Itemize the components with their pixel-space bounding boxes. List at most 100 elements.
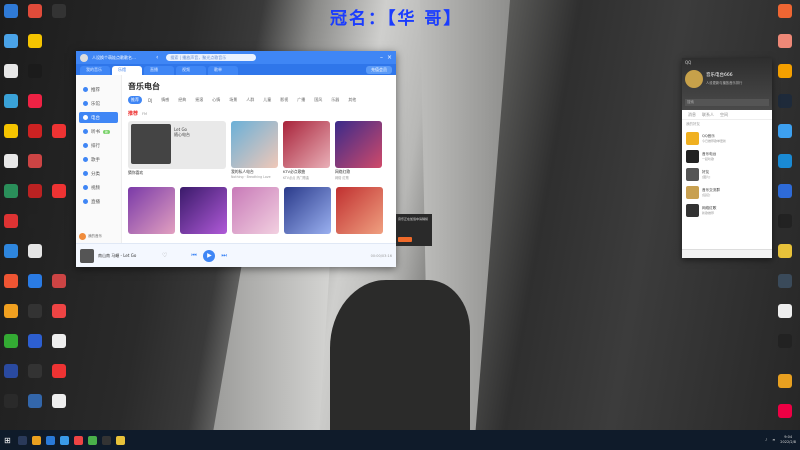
radio-card[interactable] (336, 187, 383, 234)
desktop-icon[interactable] (28, 124, 42, 138)
minimize-icon[interactable]: – (380, 54, 383, 61)
desktop-icon[interactable] (52, 4, 66, 18)
app-icon[interactable] (116, 435, 125, 445)
notification-popup[interactable]: 音乐正在加载中请稍候 (396, 214, 432, 246)
desktop-icon[interactable] (28, 304, 42, 318)
category-chip[interactable]: 摇滚 (192, 96, 206, 104)
tab-messages[interactable]: 消息 (688, 112, 696, 117)
qq-signature[interactable]: 人设更新与播放音乐排行 (706, 80, 742, 85)
contact-row[interactable]: 好友 [图片] (682, 165, 772, 183)
tab-my-music[interactable]: 我的音乐 (80, 66, 110, 75)
vip-button[interactable]: 充值会员 (366, 66, 392, 74)
user-name[interactable]: 人设换个萌娃点歌歌名… (92, 55, 152, 61)
search-input[interactable]: 搜索 | 播放声音，聚光点歌音乐 (166, 54, 257, 61)
desktop-icon[interactable] (52, 364, 66, 378)
category-chip[interactable]: 场景 (226, 96, 240, 104)
category-chip[interactable]: 人群 (243, 96, 257, 104)
windows-start-icon[interactable]: ⊞ (4, 436, 13, 445)
category-chip[interactable]: DJ (145, 97, 155, 104)
desktop-icon[interactable] (4, 34, 18, 48)
desktop-icon[interactable] (778, 34, 792, 48)
category-chip[interactable]: 推荐 (128, 96, 142, 104)
category-chip[interactable]: 心情 (209, 96, 223, 104)
desktop-icon[interactable] (28, 154, 42, 168)
tab-contacts[interactable]: 联系人 (702, 112, 714, 117)
radio-card[interactable]: 我的私人电台 Nothing · Breathing Love (231, 121, 278, 180)
desktop-icon[interactable] (28, 214, 42, 228)
close-icon[interactable]: × (387, 54, 392, 61)
contact-row[interactable]: 音乐电台 一起听歌 (682, 147, 772, 165)
sidebar-item-radio[interactable]: 电台 (79, 112, 118, 123)
sidebar-item-rank[interactable]: 排行 (79, 140, 118, 151)
folder-icon[interactable] (32, 435, 41, 445)
search-icon[interactable] (18, 435, 27, 445)
desktop-icon[interactable] (778, 214, 792, 228)
search-input[interactable]: 搜索 (685, 99, 769, 106)
contact-row[interactable]: 网络红歌 新歌推荐 (682, 201, 772, 219)
desktop-icon[interactable] (4, 214, 18, 228)
sidebar-item-video[interactable]: 视频 (79, 182, 118, 193)
category-chip[interactable]: 影视 (277, 96, 291, 104)
desktop-icon[interactable] (4, 244, 18, 258)
category-chip[interactable]: 儿童 (260, 96, 274, 104)
app-icon[interactable] (102, 435, 111, 445)
chrome-icon[interactable] (88, 435, 97, 445)
desktop-icon[interactable] (778, 64, 792, 78)
radio-card[interactable] (284, 187, 331, 234)
tab-video[interactable]: 视频 (176, 66, 206, 75)
desktop-icon[interactable] (4, 94, 18, 108)
previous-icon[interactable]: ⏮ (191, 252, 197, 259)
desktop-icon[interactable] (28, 274, 42, 288)
category-chip[interactable]: 广播 (294, 96, 308, 104)
play-button[interactable]: ▶ (203, 249, 216, 262)
desktop-icon[interactable] (778, 374, 792, 388)
desktop-icon[interactable] (28, 334, 42, 348)
category-chip[interactable]: 国风 (311, 96, 325, 104)
now-playing-cover[interactable] (80, 248, 94, 263)
desktop-icon[interactable] (4, 304, 18, 318)
sidebar-item-singer[interactable]: 歌手 (79, 154, 118, 165)
sidebar-item-category[interactable]: 分类 (79, 168, 118, 179)
desktop-icon[interactable] (778, 4, 792, 18)
desktop-icon[interactable] (778, 304, 792, 318)
clock[interactable]: 9:04 2022/2/8 (780, 435, 796, 445)
sidebar-item-recommend[interactable]: 推荐 (79, 84, 118, 95)
big-radio-card[interactable]: Let Go 随心电台 猜你喜欢 (128, 121, 226, 180)
category-chip[interactable]: 经典 (175, 96, 189, 104)
desktop-icon[interactable] (52, 304, 66, 318)
desktop-icon[interactable] (4, 4, 18, 18)
popup-button[interactable] (398, 237, 412, 242)
desktop-icon[interactable] (52, 124, 66, 138)
sidebar-user[interactable]: 我的音乐 (79, 233, 102, 240)
contact-row[interactable]: QQ音乐 今日推荐歌单更新 (682, 129, 772, 147)
desktop-icon[interactable] (52, 334, 66, 348)
tab-space[interactable]: 空间 (720, 112, 728, 117)
avatar[interactable] (685, 70, 703, 88)
desktop-icon[interactable] (4, 394, 18, 408)
tab-library[interactable]: 乐馆 (112, 66, 142, 75)
desktop-icon[interactable] (28, 64, 42, 78)
category-chip[interactable]: 乐器 (328, 96, 342, 104)
sidebar-item-live[interactable]: 直播 (79, 196, 118, 207)
desktop-icon[interactable] (28, 94, 42, 108)
desktop-icon[interactable] (28, 34, 42, 48)
desktop-icon[interactable] (778, 154, 792, 168)
now-playing-title[interactable]: 南山南 马頔 - Let Go (98, 253, 158, 259)
radio-card[interactable] (232, 187, 279, 234)
music-app-icon[interactable] (60, 435, 69, 445)
volume-icon[interactable]: ♪ (765, 438, 767, 442)
desktop-icon[interactable] (28, 394, 42, 408)
desktop-icon[interactable] (778, 404, 792, 418)
browser-icon[interactable] (46, 435, 55, 445)
next-icon[interactable]: ⏭ (221, 252, 227, 259)
desktop-icon[interactable] (52, 274, 66, 288)
sidebar-item-library[interactable]: 乐馆 (79, 98, 118, 109)
desktop-icon[interactable] (28, 184, 42, 198)
back-icon[interactable]: ‹ (156, 54, 158, 61)
desktop-icon[interactable] (778, 244, 792, 258)
tab-live[interactable]: 直播 (144, 66, 174, 75)
desktop-icon[interactable] (4, 274, 18, 288)
desktop-icon[interactable] (778, 184, 792, 198)
desktop-icon[interactable] (28, 4, 42, 18)
desktop-icon[interactable] (28, 364, 42, 378)
